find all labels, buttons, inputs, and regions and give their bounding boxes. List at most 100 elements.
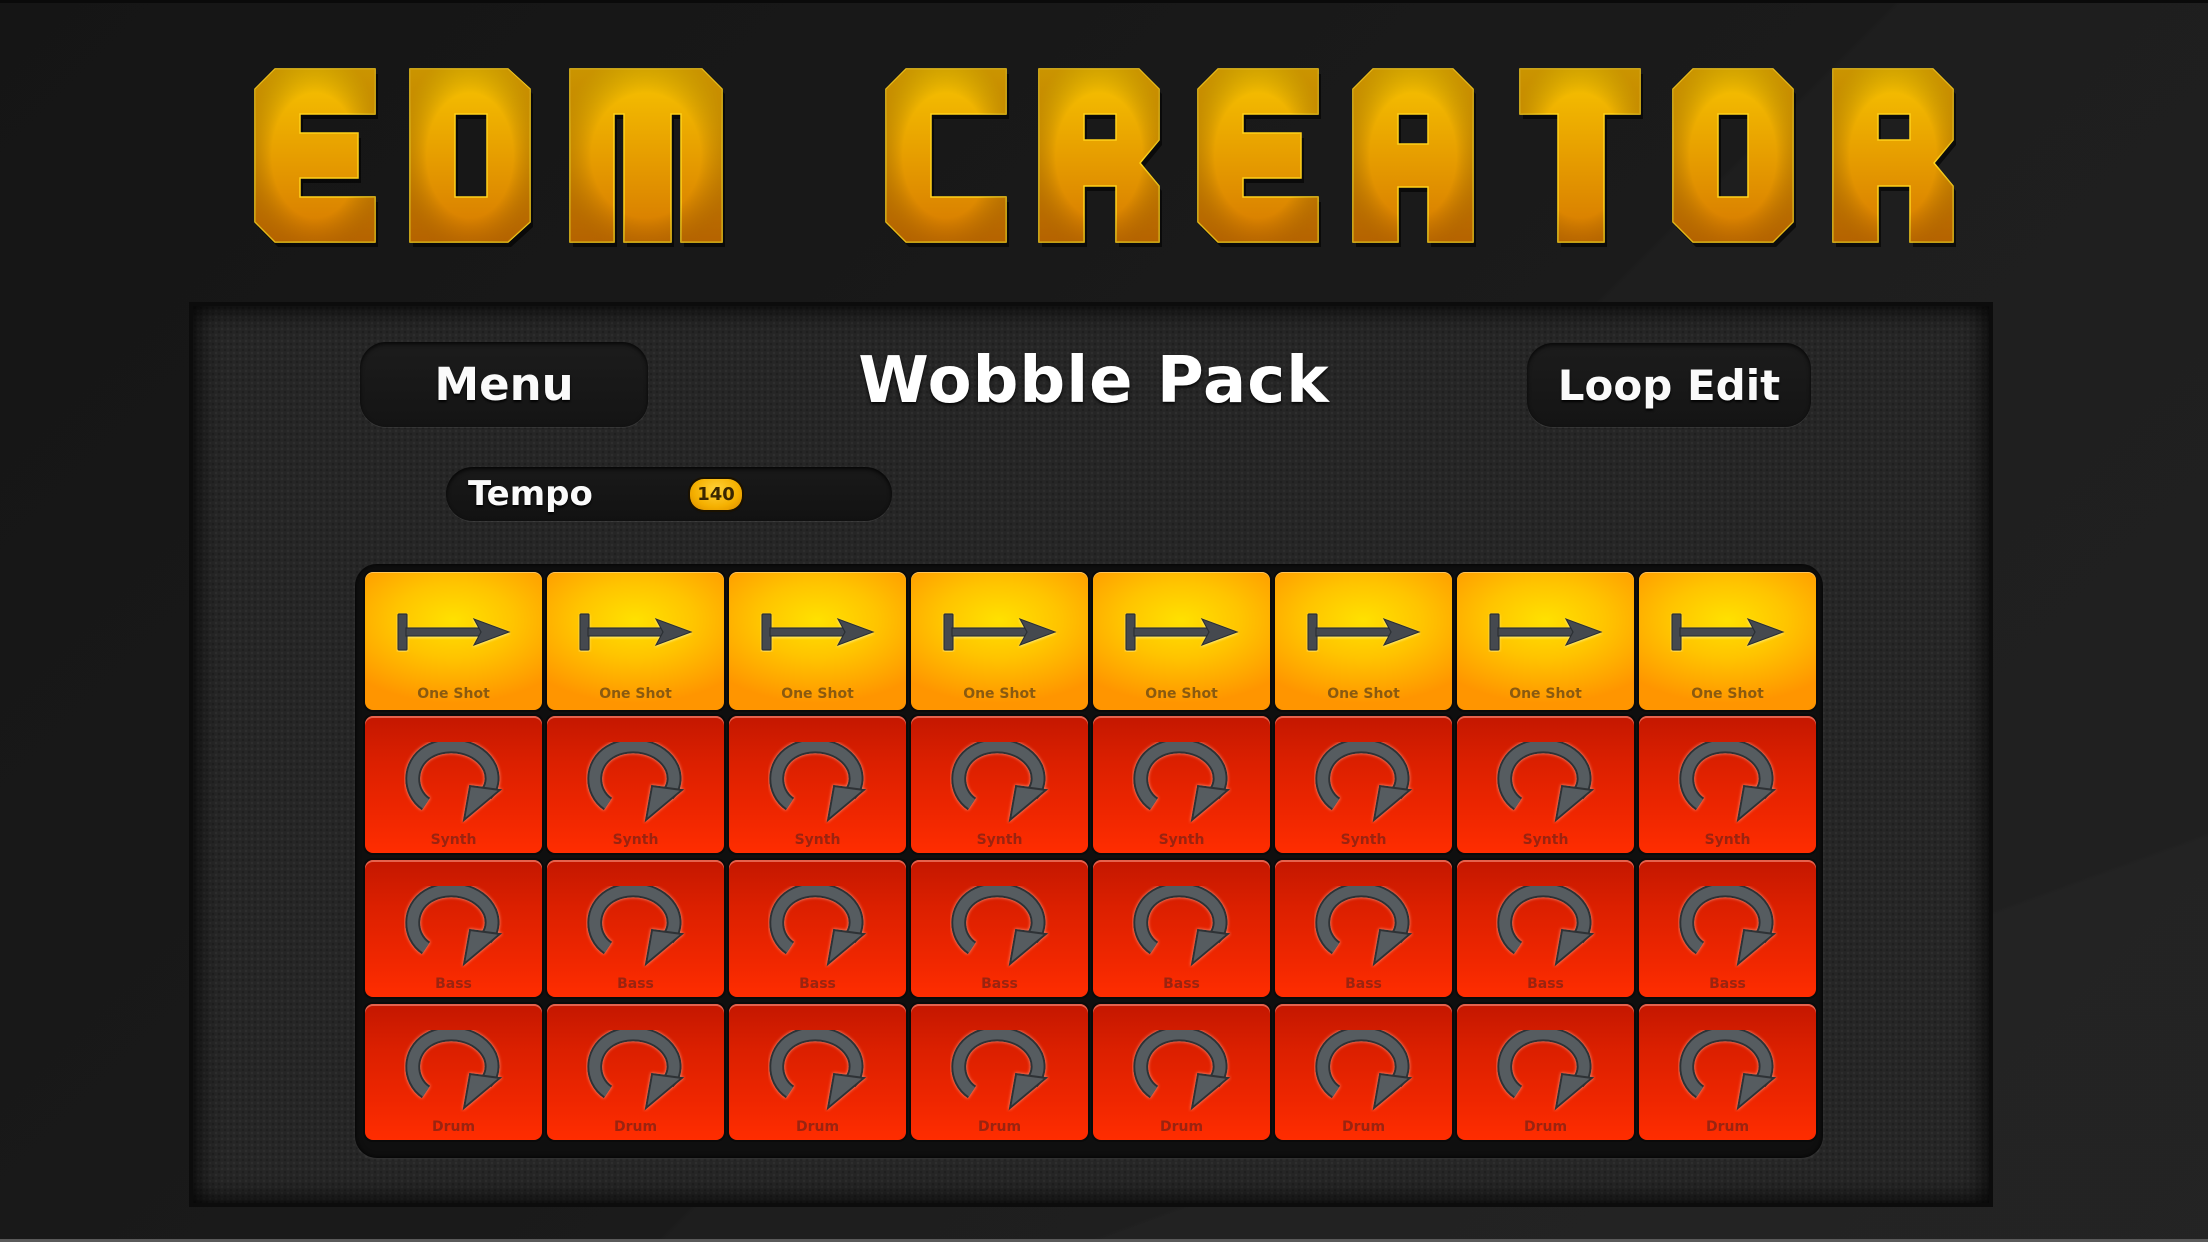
loop-arrow-icon — [547, 886, 724, 968]
pad-label: Bass — [981, 976, 1018, 992]
logo-letter-shading — [1198, 69, 1318, 242]
pad-synth-8[interactable]: Synth — [1639, 716, 1816, 853]
pad-label: One Shot — [1509, 686, 1582, 702]
pad-drum-6[interactable]: Drum — [1275, 1004, 1452, 1140]
logo-letter-shading — [570, 69, 722, 242]
pad-drum-3[interactable]: Drum — [729, 1004, 906, 1140]
pad-synth-1[interactable]: Synth — [365, 716, 542, 853]
one-shot-arrow-icon — [1093, 612, 1270, 652]
pack-title: Wobble Pack — [858, 344, 1330, 418]
loop-arrow-icon — [1678, 886, 1776, 967]
loop-arrow-icon — [365, 1030, 542, 1112]
pad-bass-6[interactable]: Bass — [1275, 860, 1452, 997]
pad-label: Bass — [1709, 976, 1746, 992]
loop-arrow-icon — [911, 886, 1088, 968]
loop-arrow-icon — [768, 1030, 866, 1111]
pad-one-shot-4[interactable]: One Shot — [911, 572, 1088, 710]
tempo-control[interactable]: Tempo 140 — [446, 467, 892, 521]
pad-drum-7[interactable]: Drum — [1457, 1004, 1634, 1140]
loop-edit-button-label: Loop Edit — [1557, 360, 1781, 410]
pad-bass-8[interactable]: Bass — [1639, 860, 1816, 997]
logo-letter-shading — [1039, 69, 1159, 242]
loop-arrow-icon — [1457, 1030, 1634, 1112]
menu-button[interactable]: Menu — [360, 342, 648, 427]
loop-arrow-icon — [1275, 886, 1452, 968]
logo-letter-shading — [886, 69, 1006, 242]
loop-arrow-icon — [586, 886, 684, 967]
pad-one-shot-7[interactable]: One Shot — [1457, 572, 1634, 710]
loop-arrow-icon — [586, 742, 684, 823]
loop-arrow-icon — [547, 742, 724, 824]
logo-letter-shading — [255, 69, 375, 242]
pad-label: Synth — [1522, 832, 1569, 848]
loop-arrow-icon — [729, 886, 906, 968]
pad-label: Synth — [612, 832, 659, 848]
one-shot-arrow-icon — [729, 612, 906, 652]
pad-label: One Shot — [963, 686, 1036, 702]
pad-bass-7[interactable]: Bass — [1457, 860, 1634, 997]
pad-bass-1[interactable]: Bass — [365, 860, 542, 997]
logo-letter-shading — [410, 69, 530, 242]
pad-synth-7[interactable]: Synth — [1457, 716, 1634, 853]
pad-one-shot-1[interactable]: One Shot — [365, 572, 542, 710]
one-shot-arrow-icon — [1307, 613, 1421, 651]
pad-one-shot-3[interactable]: One Shot — [729, 572, 906, 710]
pad-label: One Shot — [417, 686, 490, 702]
pad-drum-4[interactable]: Drum — [911, 1004, 1088, 1140]
pad-one-shot-5[interactable]: One Shot — [1093, 572, 1270, 710]
pad-one-shot-8[interactable]: One Shot — [1639, 572, 1816, 710]
pad-label: Synth — [1158, 832, 1205, 848]
loop-arrow-icon — [1093, 886, 1270, 968]
loop-arrow-icon — [1275, 742, 1452, 824]
loop-arrow-icon — [950, 886, 1048, 967]
pad-label: One Shot — [781, 686, 854, 702]
menu-button-label: Menu — [434, 358, 574, 411]
one-shot-arrow-icon — [1275, 612, 1452, 652]
pad-label: Drum — [1523, 1119, 1568, 1135]
pad-one-shot-6[interactable]: One Shot — [1275, 572, 1452, 710]
pad-synth-3[interactable]: Synth — [729, 716, 906, 853]
pad-label: One Shot — [1327, 686, 1400, 702]
pad-bass-5[interactable]: Bass — [1093, 860, 1270, 997]
pad-synth-2[interactable]: Synth — [547, 716, 724, 853]
pad-label: Drum — [977, 1119, 1022, 1135]
pad-bass-3[interactable]: Bass — [729, 860, 906, 997]
one-shot-arrow-icon — [761, 613, 875, 651]
pad-label: Bass — [435, 976, 472, 992]
one-shot-arrow-icon — [397, 613, 511, 651]
pad-label: Bass — [1345, 976, 1382, 992]
pad-label: Drum — [1341, 1119, 1386, 1135]
pad-drum-8[interactable]: Drum — [1639, 1004, 1816, 1140]
pad-bass-4[interactable]: Bass — [911, 860, 1088, 997]
loop-arrow-icon — [1457, 886, 1634, 968]
one-shot-arrow-icon — [1671, 613, 1785, 651]
loop-edit-button[interactable]: Loop Edit — [1527, 343, 1811, 427]
loop-arrow-icon — [1314, 886, 1412, 967]
one-shot-arrow-icon — [579, 613, 693, 651]
pad-synth-6[interactable]: Synth — [1275, 716, 1452, 853]
pad-drum-1[interactable]: Drum — [365, 1004, 542, 1140]
loop-arrow-icon — [1496, 886, 1594, 967]
pad-label: Drum — [613, 1119, 658, 1135]
pad-label: Drum — [1159, 1119, 1204, 1135]
logo-title — [254, 68, 1956, 247]
one-shot-arrow-icon — [911, 612, 1088, 652]
loop-arrow-icon — [404, 742, 502, 823]
loop-arrow-icon — [950, 1030, 1048, 1111]
loop-arrow-icon — [1457, 742, 1634, 824]
pad-label: Synth — [794, 832, 841, 848]
loop-arrow-icon — [1314, 1030, 1412, 1111]
pad-label: Synth — [1340, 832, 1387, 848]
pad-bass-2[interactable]: Bass — [547, 860, 724, 997]
loop-arrow-icon — [1678, 742, 1776, 823]
pad-label: Synth — [1704, 832, 1751, 848]
pad-synth-5[interactable]: Synth — [1093, 716, 1270, 853]
loop-arrow-icon — [1639, 1030, 1816, 1112]
pad-drum-2[interactable]: Drum — [547, 1004, 724, 1140]
pad-synth-4[interactable]: Synth — [911, 716, 1088, 853]
pad-drum-5[interactable]: Drum — [1093, 1004, 1270, 1140]
loop-arrow-icon — [404, 1030, 502, 1111]
pad-label: Drum — [795, 1119, 840, 1135]
tempo-value-badge[interactable]: 140 — [690, 479, 742, 510]
pad-one-shot-2[interactable]: One Shot — [547, 572, 724, 710]
